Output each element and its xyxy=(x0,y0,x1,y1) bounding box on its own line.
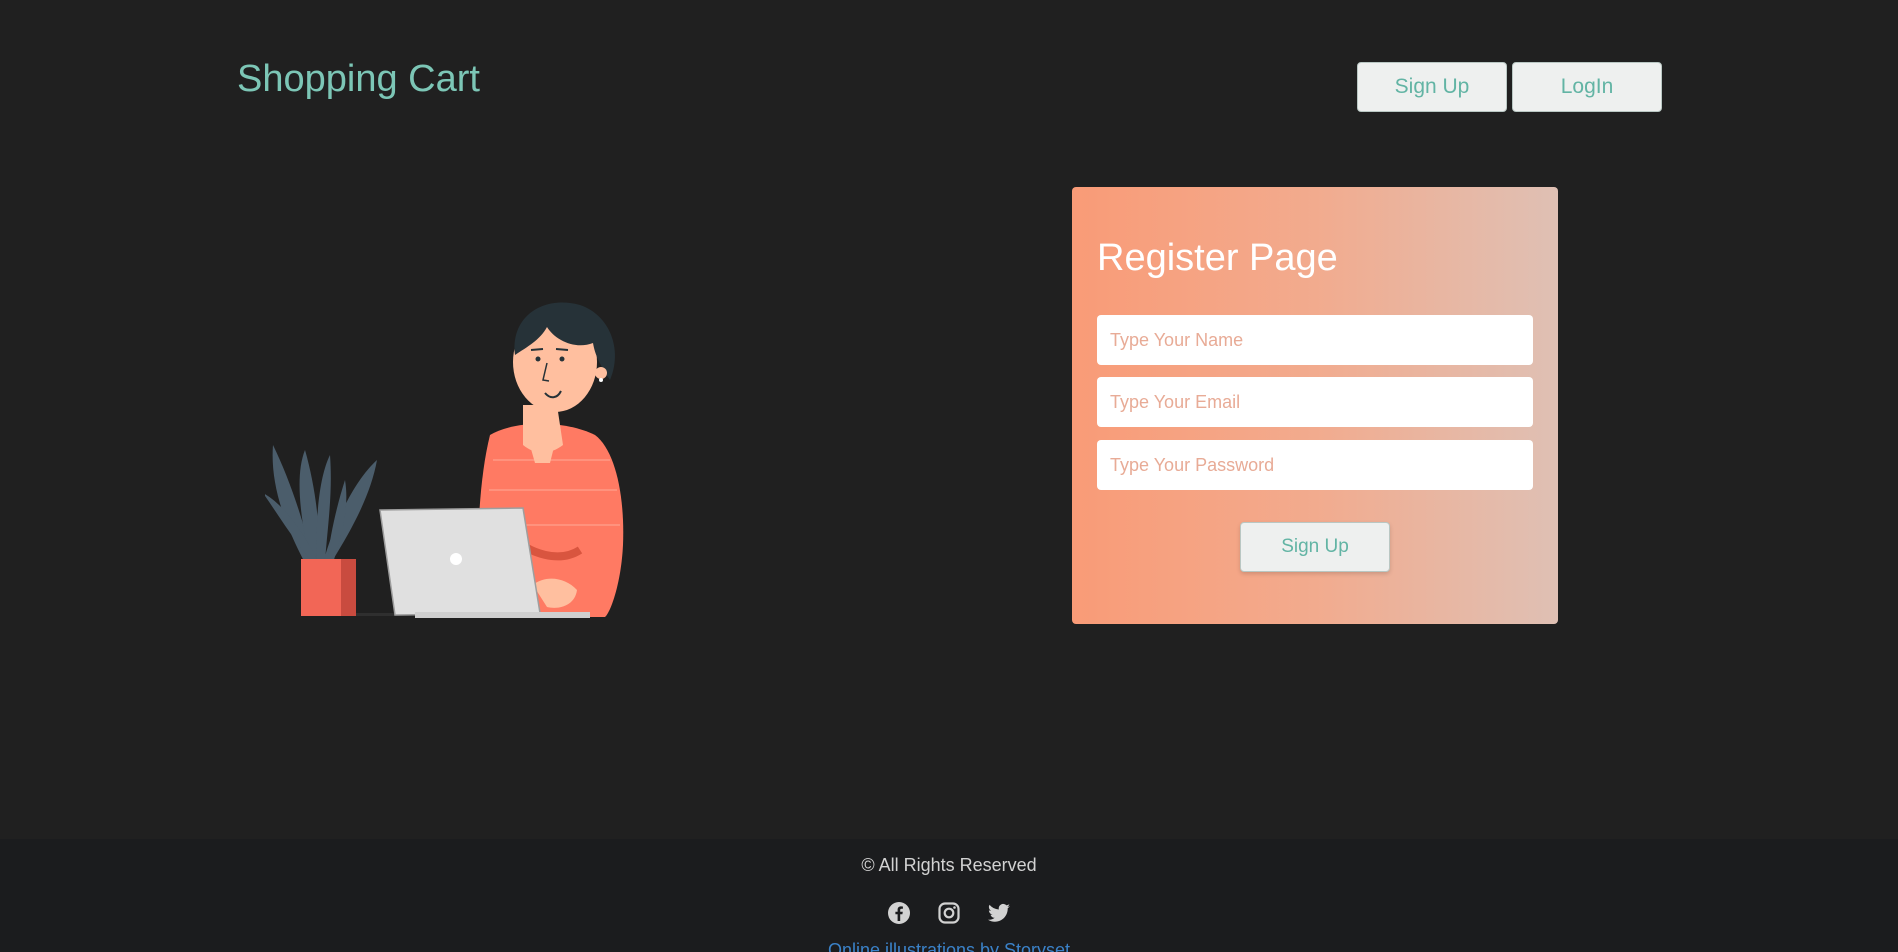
instagram-icon[interactable] xyxy=(937,901,961,925)
nav-login-button[interactable]: LogIn xyxy=(1512,62,1662,112)
brand-title[interactable]: Shopping Cart xyxy=(237,58,480,101)
social-links xyxy=(0,901,1898,925)
storyset-credit-link[interactable]: Online illustrations by Storyset xyxy=(828,940,1070,952)
twitter-icon[interactable] xyxy=(987,901,1011,925)
name-field[interactable] xyxy=(1097,315,1533,365)
woman-at-laptop-illustration xyxy=(263,295,705,620)
password-field[interactable] xyxy=(1097,440,1533,490)
register-card: Register Page Sign Up xyxy=(1072,187,1558,624)
credit-link-wrap: Online illustrations by Storyset xyxy=(0,940,1898,952)
email-field[interactable] xyxy=(1097,377,1533,427)
nav-signup-button[interactable]: Sign Up xyxy=(1357,62,1507,112)
register-title: Register Page xyxy=(1097,237,1338,279)
copyright-text: © All Rights Reserved xyxy=(861,855,1037,875)
facebook-icon[interactable] xyxy=(887,901,911,925)
plant-leaves xyxy=(263,445,377,563)
register-signup-button[interactable]: Sign Up xyxy=(1240,522,1390,572)
footer: © All Rights Reserved Online illustratio… xyxy=(0,839,1898,952)
